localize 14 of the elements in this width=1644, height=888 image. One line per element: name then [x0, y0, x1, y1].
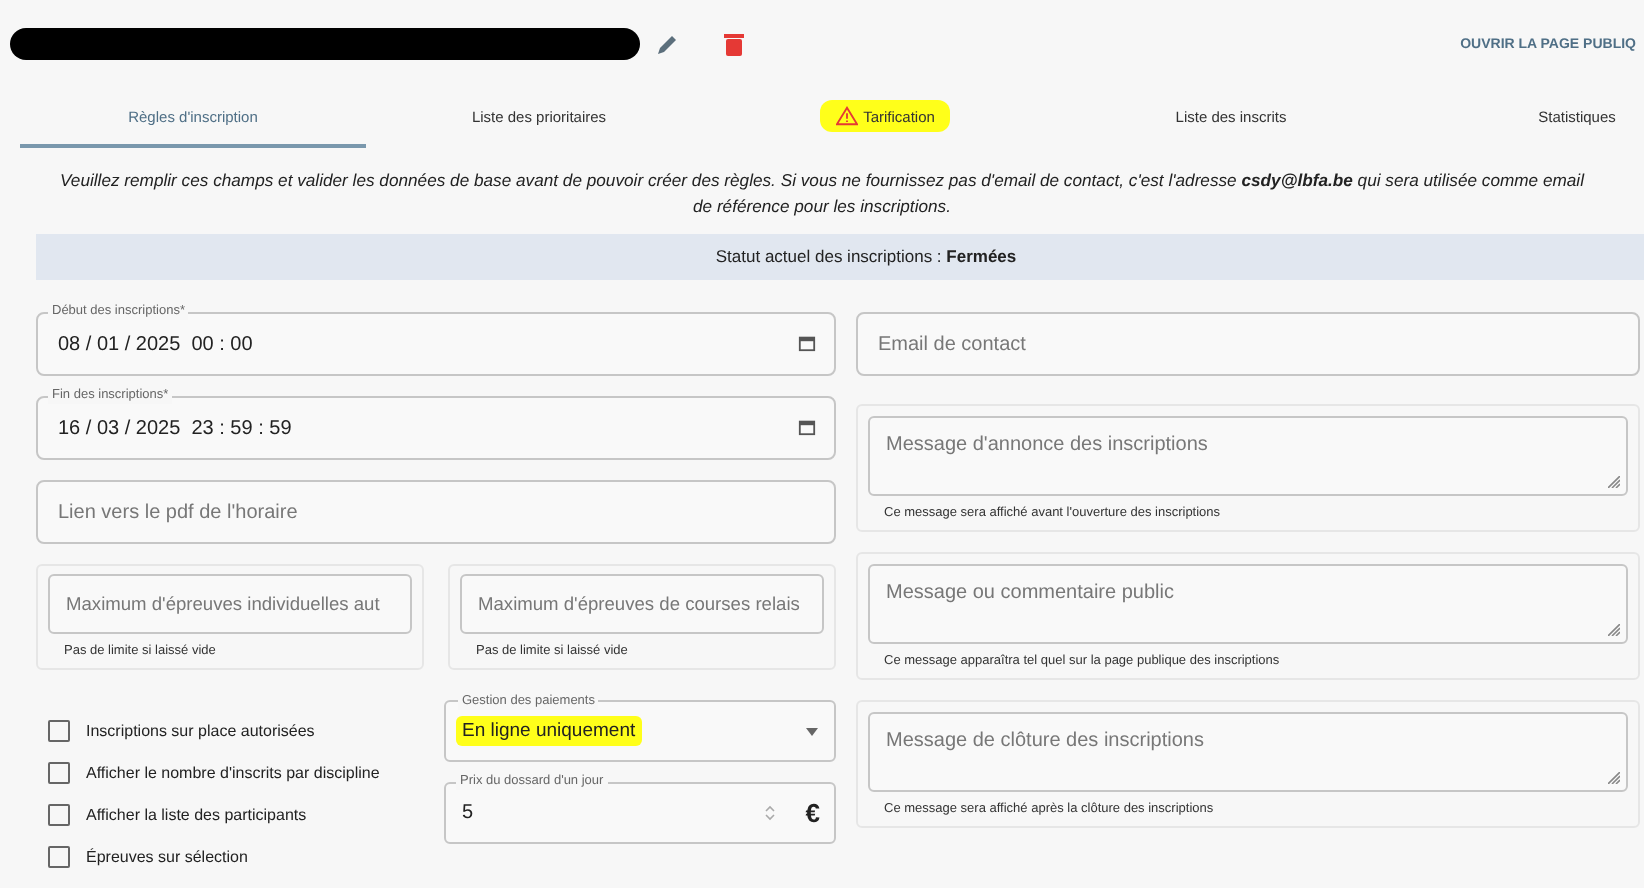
checkbox-label: Épreuves sur sélection [86, 848, 248, 866]
registration-status: Statut actuel des inscriptions : Fermées [715, 246, 1017, 266]
checkbox-label: Inscriptions sur place autorisées [86, 722, 315, 740]
input-field[interactable]: Email de contact [856, 312, 1640, 376]
input-field[interactable]: Maximum d'épreuves individuelles aut [48, 574, 412, 634]
notice-text: Veuillez remplir ces champs et valider les données de base avant de pouvoir créer des règles. Si vous ne fournissez pas d'email de contact, c'est l'adresse csdy@lbfa.be qui sera utilisée comme email de référence pour les inscriptions. [58, 168, 1587, 220]
textarea-field[interactable]: Message d'annonce des inscriptions [868, 416, 1628, 496]
textarea-field[interactable]: Message de clôture des inscriptions [868, 712, 1628, 792]
textarea-field[interactable]: Message ou commentaire public [868, 564, 1628, 644]
input-field[interactable]: Maximum d'épreuves de courses relais [460, 574, 824, 634]
checkbox-label: Afficher le nombre d'inscrits par discipline [86, 764, 380, 782]
checkbox-label: Afficher la liste des participants [86, 806, 307, 824]
currency-symbol: € [805, 798, 820, 828]
input-field[interactable]: Lien vers le pdf de l'horaire [36, 480, 836, 544]
